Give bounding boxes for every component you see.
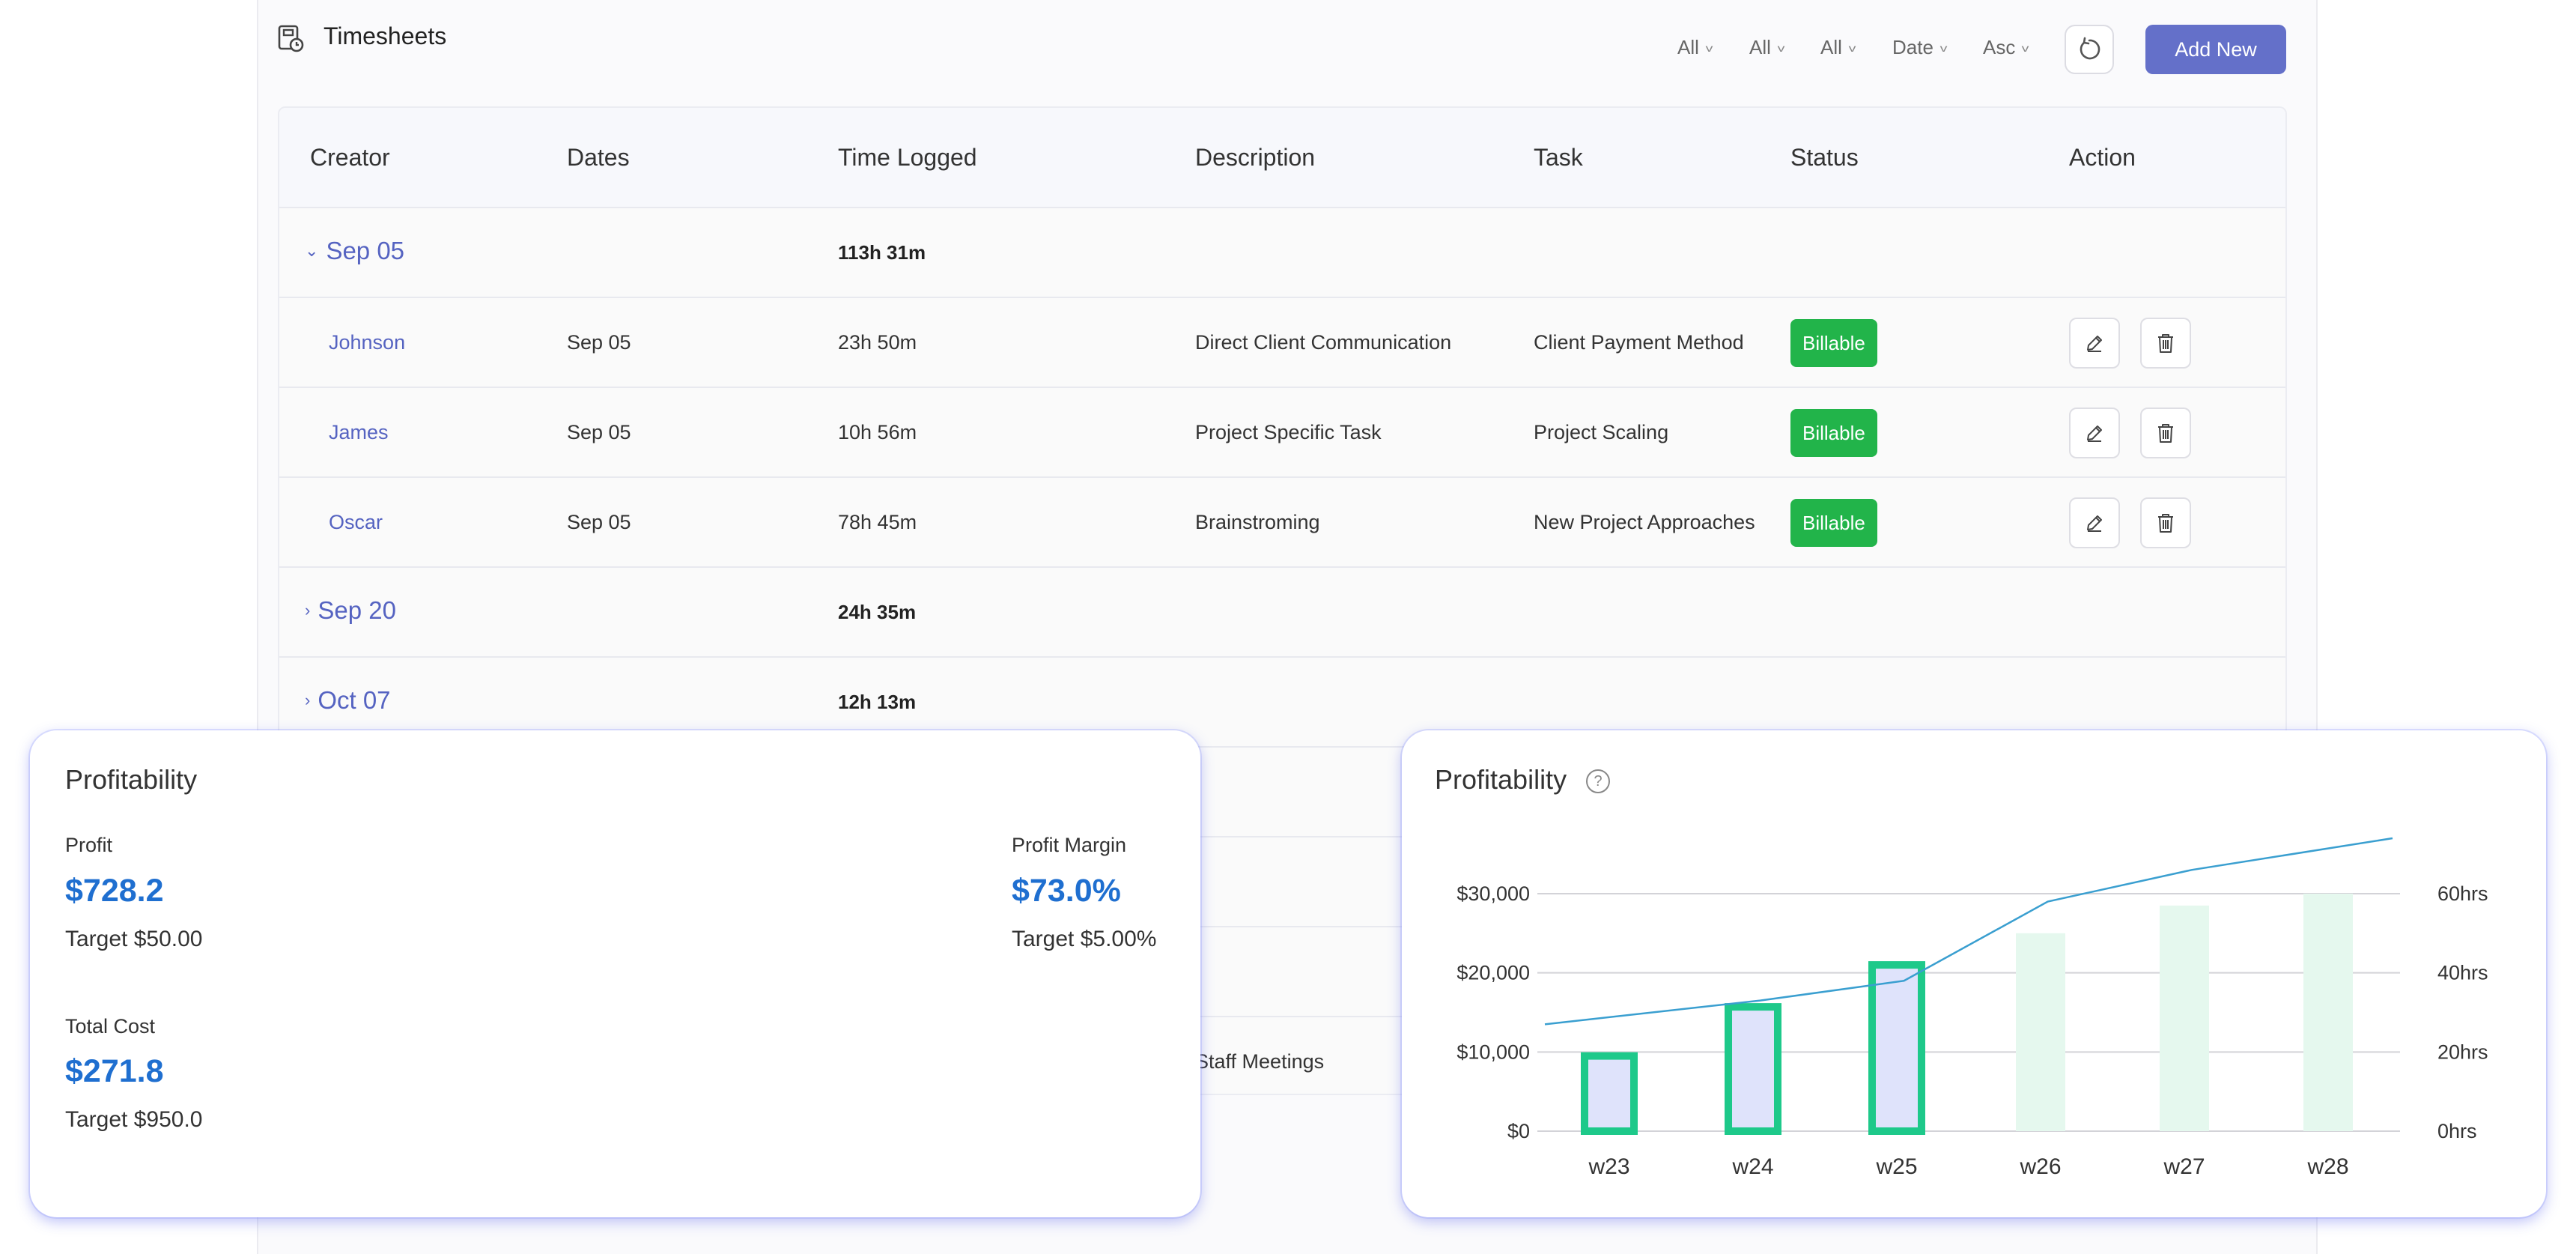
status-badge: Billable [1790,319,1877,367]
filter-2-label: All [1749,36,1771,58]
refresh-button[interactable] [2065,25,2114,74]
pencil-icon [2087,425,2102,442]
profitability-summary-card: Profitability Profit $728.2 Target $50.0… [30,730,1200,1217]
group-toggle[interactable]: › Oct 07 [305,686,391,715]
filter-dropdown-1[interactable]: All v [1677,36,1713,59]
profit-target: Target $50.00 [65,927,203,951]
sort-order-label: Asc [1983,36,2016,58]
pencil-icon [2087,336,2102,352]
description-cell: Project Specific Task [1195,421,1382,443]
profit-margin-label: Profit Margin [1012,834,1127,856]
chevron-right-icon: › [305,601,311,620]
table-header: Creator Dates Time Logged Description Ta… [279,108,2285,208]
description-cell: Brainstroming [1195,511,1320,533]
date-cell: Sep 05 [567,511,631,533]
trash-icon [2158,514,2173,533]
time-cell: 10h 56m [838,421,917,443]
help-icon[interactable]: ? [1586,769,1610,793]
description-cell: Staff Meetings [1195,1050,1325,1073]
task-cell: New Project Approaches [1534,511,1755,533]
chevron-down-icon: ⌄ [305,241,319,260]
time-cell: 23h 50m [838,331,917,354]
refresh-icon [2080,37,2100,60]
group-row-sep-05[interactable]: ⌄ Sep 05 113h 31m [279,208,2285,298]
profit-margin-target: Target $5.00% [1012,927,1157,951]
edit-button[interactable] [2069,318,2120,369]
creator-link[interactable]: James [329,421,389,444]
trash-icon [2158,334,2173,353]
column-header-description[interactable]: Description [1195,144,1315,172]
column-header-creator[interactable]: Creator [310,144,390,172]
creator-link[interactable]: Oscar [329,511,383,534]
profit-margin-value: $73.0% [1012,873,1121,909]
filter-1-label: All [1677,36,1699,58]
chevron-down-icon: v [1848,41,1856,54]
task-cell: Project Scaling [1534,421,1669,443]
card-title: Profitability [65,764,198,795]
date-cell: Sep 05 [567,331,631,354]
status-badge: Billable [1790,499,1877,547]
filter-dropdown-2[interactable]: All v [1749,36,1784,59]
profitability-chart-card: Profitability [1402,730,2546,1217]
column-header-task[interactable]: Task [1534,144,1583,172]
time-cell: 78h 45m [838,511,917,533]
group-date-label: Sep 20 [318,596,396,624]
group-date-label: Sep 05 [326,237,405,264]
group-total: 113h 31m [838,241,926,264]
chevron-down-icon: v [1705,41,1713,54]
group-total: 12h 13m [838,691,917,713]
sort-field-dropdown[interactable]: Date v [1892,36,1948,59]
edit-button[interactable] [2069,408,2120,458]
column-header-action: Action [2069,144,2136,171]
sort-order-dropdown[interactable]: Asc v [1983,36,2029,59]
group-toggle[interactable]: › Sep 20 [305,596,396,625]
group-toggle[interactable]: ⌄ Sep 05 [305,237,404,265]
chevron-down-icon: v [1939,41,1948,54]
edit-button[interactable] [2069,497,2120,548]
profit-label: Profit [65,834,113,856]
delete-button[interactable] [2140,318,2191,369]
description-cell: Direct Client Communication [1195,331,1452,354]
delete-button[interactable] [2140,497,2191,548]
task-cell: Client Payment Method [1534,331,1744,354]
column-header-dates[interactable]: Dates [567,144,630,172]
pencil-icon [2087,515,2102,532]
table-row: Johnson Sep 05 23h 50m Direct Client Com… [279,298,2285,388]
column-header-status[interactable]: Status [1790,144,1859,172]
total-cost-label: Total Cost [65,1015,156,1038]
group-row-sep-20[interactable]: › Sep 20 24h 35m [279,568,2285,658]
total-cost-target: Target $950.0 [65,1107,203,1132]
group-date-label: Oct 07 [318,686,391,714]
status-badge: Billable [1790,409,1877,457]
group-total: 24h 35m [838,601,917,623]
chevron-down-icon: v [1777,41,1785,54]
table-row: James Sep 05 10h 56m Project Specific Ta… [279,388,2285,478]
chart-title: Profitability [1435,764,1567,795]
column-header-time-logged[interactable]: Time Logged [838,144,977,172]
chevron-right-icon: › [305,691,311,709]
sort-field-label: Date [1892,36,1933,58]
total-cost-value: $271.8 [65,1053,164,1089]
add-new-button[interactable]: Add New [2145,25,2286,74]
page-title: Timesheets [323,22,447,49]
chevron-down-icon: v [2021,41,2029,54]
timesheet-icon [278,25,304,52]
date-cell: Sep 05 [567,421,631,443]
creator-link[interactable]: Johnson [329,331,405,354]
delete-button[interactable] [2140,408,2191,458]
filter-3-label: All [1820,36,1842,58]
filter-dropdown-3[interactable]: All v [1820,36,1856,59]
trash-icon [2158,424,2173,443]
table-row: Oscar Sep 05 78h 45m Brainstroming New P… [279,478,2285,568]
profit-value: $728.2 [65,873,164,909]
